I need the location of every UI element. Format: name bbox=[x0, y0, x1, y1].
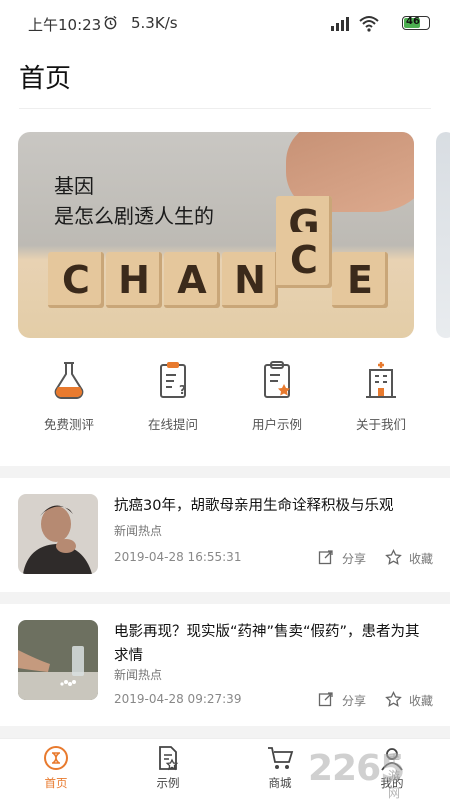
news-date: 2019-04-28 09:27:39 bbox=[114, 692, 242, 706]
letter-block: H bbox=[106, 252, 162, 308]
news-title: 电影再现？现实版“药神”售卖“假药”，患者为其求情 bbox=[114, 624, 420, 664]
share-icon bbox=[318, 692, 333, 707]
news-category: 新闻热点 bbox=[114, 668, 163, 682]
quick-action-label: 免费测评 bbox=[43, 417, 94, 432]
quick-action-about-us[interactable]: 关于我们 bbox=[331, 360, 431, 433]
divider bbox=[19, 108, 431, 109]
flask-icon bbox=[54, 362, 84, 399]
battery-icon: 46 bbox=[402, 16, 430, 30]
news-date: 2019-04-28 16:55:31 bbox=[114, 550, 242, 564]
share-button[interactable]: 分享 bbox=[318, 550, 367, 567]
star-outline-icon bbox=[385, 691, 402, 707]
banner-next-slide[interactable] bbox=[436, 132, 450, 338]
watermark: 2265 手游网 bbox=[308, 748, 405, 800]
favorite-button[interactable]: 收藏 bbox=[385, 691, 434, 709]
star-outline-icon bbox=[385, 549, 402, 565]
status-bar: 上午10:23 5.3K/s 46 bbox=[0, 0, 450, 48]
news-title: 抗癌30年，胡歌母亲用生命诠释积极与乐观 bbox=[114, 498, 394, 514]
building-icon bbox=[366, 362, 396, 398]
news-category: 新闻热点 bbox=[114, 524, 163, 538]
section-divider bbox=[0, 466, 450, 478]
quick-actions: 免费测评 ? 在线提问 用户示例 关于我们 bbox=[0, 360, 450, 450]
news-thumbnail bbox=[18, 620, 98, 700]
news-thumbnail bbox=[18, 494, 98, 574]
nav-examples[interactable]: 示例 bbox=[128, 745, 208, 791]
section-divider bbox=[0, 592, 450, 604]
letter-block: N bbox=[222, 252, 278, 308]
letter-block: C bbox=[48, 252, 104, 308]
quick-action-online-ask[interactable]: ? 在线提问 bbox=[123, 360, 223, 433]
page-title: 首页 bbox=[19, 64, 72, 94]
quick-action-user-cases[interactable]: 用户示例 bbox=[227, 360, 327, 433]
share-icon bbox=[318, 550, 333, 565]
question-clipboard-icon: ? bbox=[160, 362, 186, 398]
news-item[interactable]: 电影再现？现实版“药神”售卖“假药”，患者为其求情 新闻热点 2019-04-2… bbox=[0, 620, 450, 736]
svg-text:?: ? bbox=[179, 383, 186, 397]
star-clipboard-icon bbox=[264, 361, 290, 398]
nav-label: 示例 bbox=[156, 776, 180, 790]
network-speed: 5.3K/s bbox=[131, 14, 178, 32]
signal-icon bbox=[331, 17, 349, 31]
favorite-label: 收藏 bbox=[409, 694, 434, 708]
nav-label: 首页 bbox=[44, 776, 68, 790]
share-label: 分享 bbox=[342, 552, 367, 566]
letter-block: E bbox=[332, 252, 388, 308]
quick-action-free-test[interactable]: 免费测评 bbox=[19, 360, 119, 433]
quick-action-label: 关于我们 bbox=[355, 417, 406, 432]
letter-block: C bbox=[276, 232, 332, 288]
share-button[interactable]: 分享 bbox=[318, 692, 367, 709]
watermark-text: 手游网 bbox=[388, 752, 401, 800]
letter-block: A bbox=[164, 252, 220, 308]
favorite-button[interactable]: 收藏 bbox=[385, 549, 434, 567]
section-divider bbox=[0, 726, 450, 738]
favorite-label: 收藏 bbox=[409, 552, 434, 566]
quick-action-label: 用户示例 bbox=[251, 417, 302, 432]
banner-headline-line2: 是怎么剧透人生的 bbox=[54, 204, 214, 228]
document-star-icon bbox=[159, 746, 179, 771]
alarm-icon bbox=[104, 15, 117, 30]
banner-carousel[interactable]: 基因 是怎么剧透人生的 C H A N E G C bbox=[18, 132, 414, 338]
battery-level: 46 bbox=[406, 16, 420, 27]
share-label: 分享 bbox=[342, 694, 367, 708]
home-icon bbox=[44, 746, 68, 770]
cart-icon bbox=[268, 747, 294, 769]
wifi-icon bbox=[359, 16, 379, 32]
status-time: 上午10:23 bbox=[28, 16, 102, 34]
nav-home[interactable]: 首页 bbox=[16, 745, 96, 791]
banner-headline-line1: 基因 bbox=[54, 174, 94, 198]
quick-action-label: 在线提问 bbox=[147, 417, 198, 432]
